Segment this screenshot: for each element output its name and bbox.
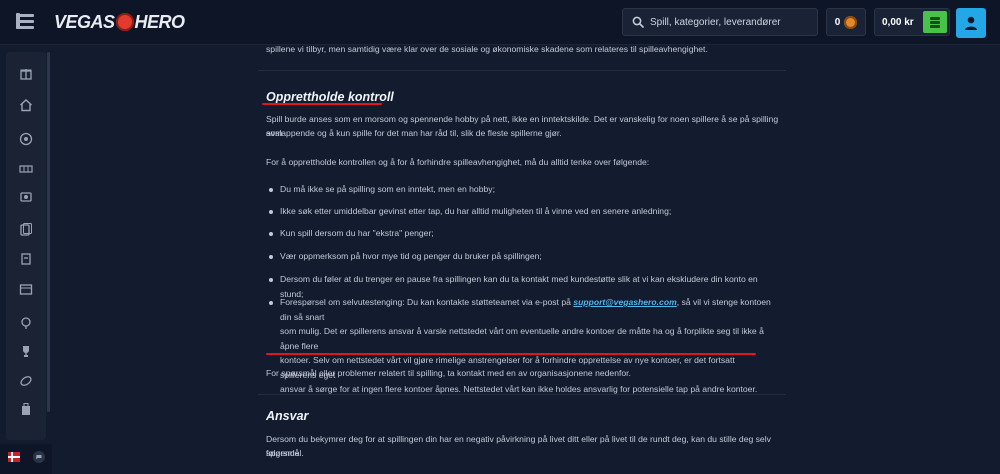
- trophy-badge-icon: [21, 317, 31, 329]
- contact-paragraph: For spørsmål eller problemer relatert ti…: [266, 368, 631, 378]
- sidebar-scrollbar[interactable]: [47, 52, 50, 412]
- sidebar-item-gift[interactable]: [16, 64, 36, 82]
- paragraph-line: spørsmål.: [266, 448, 304, 458]
- list-item: Ikke søk etter umiddelbar gevinst etter …: [269, 204, 772, 219]
- sidebar-item-slots[interactable]: [16, 160, 36, 178]
- sports-icon: [20, 376, 32, 386]
- trophy-icon: [23, 346, 29, 357]
- search-icon: [632, 16, 644, 28]
- list-item: Vær oppmerksom på hvor mye tid og penger…: [269, 249, 772, 264]
- live-casino-icon: [20, 192, 32, 202]
- sidebar-item-home[interactable]: [16, 96, 36, 114]
- list-item: Kun spill dersom du har "ekstra" penger;: [269, 226, 772, 241]
- sidebar-item-shop[interactable]: [16, 400, 36, 418]
- sidebar-item-table-games[interactable]: [16, 220, 36, 238]
- balance-amount: 0,00 kr: [882, 17, 914, 28]
- top-bar: VEGAS HERO Spill, kategorier, leverandør…: [0, 0, 1000, 45]
- responsible-gaming-content: spillene vi tilbyr, men samtidig være kl…: [252, 44, 792, 474]
- sidebar-item-sports[interactable]: [16, 372, 36, 390]
- search-input[interactable]: Spill, kategorier, leverandører: [622, 8, 818, 36]
- list-item-self-exclusion: Forespørsel om selvutestenging: Du kan k…: [269, 295, 772, 397]
- search-placeholder: Spill, kategorier, leverandører: [650, 16, 781, 28]
- user-icon: [965, 16, 977, 30]
- support-email-link[interactable]: support@vegashero.com: [573, 297, 676, 307]
- account-button[interactable]: [956, 8, 986, 38]
- jackpot-icon: [21, 253, 31, 265]
- slot-icon: [19, 165, 33, 173]
- gift-icon: [20, 69, 32, 80]
- language-flag-icon[interactable]: [8, 452, 20, 462]
- roulette-icon: [19, 132, 33, 146]
- self-exclusion-prefix: Forespørsel om selvutestenging: Du kan k…: [280, 297, 574, 307]
- menu-toggle-icon[interactable]: [16, 13, 34, 29]
- sidebar: [6, 52, 46, 440]
- logo-text-right: HERO: [134, 11, 186, 32]
- wallet-icon: [930, 17, 940, 28]
- logo-badge-icon: [115, 13, 134, 31]
- sidebar-item-roulette[interactable]: [16, 130, 36, 148]
- section-title-kontroll: Opprettholde kontroll: [266, 90, 394, 104]
- balance-button[interactable]: 0,00 kr: [874, 8, 950, 36]
- calendar-icon: [19, 284, 33, 295]
- divider: [258, 394, 786, 395]
- section-title-ansvar: Ansvar: [266, 409, 309, 423]
- title-underline-annotation: [262, 103, 382, 105]
- sidebar-item-events[interactable]: [16, 280, 36, 298]
- site-logo[interactable]: VEGAS HERO: [54, 11, 185, 33]
- deposit-button[interactable]: [923, 11, 947, 33]
- coins-count: 0: [834, 16, 841, 28]
- paragraph-intro-list: For å opprettholde kontrollen og å for å…: [266, 157, 650, 167]
- list-item: Du må ikke se på spilling som en inntekt…: [269, 182, 772, 197]
- coins-button[interactable]: 0: [826, 8, 866, 36]
- intro-paragraph-tail: spillene vi tilbyr, men samtidig være kl…: [266, 44, 708, 54]
- self-exclusion-line: ansvar å sørge for at ingen flere kontoe…: [280, 384, 758, 394]
- divider: [258, 70, 786, 71]
- chat-support-icon[interactable]: [32, 450, 46, 464]
- sidebar-item-live-casino[interactable]: [16, 188, 36, 206]
- sidebar-item-tournaments[interactable]: [16, 342, 36, 360]
- self-exclusion-line: som mulig. Det er spillerens ansvar å va…: [280, 326, 764, 351]
- logo-text-left: VEGAS: [54, 11, 115, 32]
- paragraph-line: avslappende og å kun spille for det man …: [266, 128, 562, 138]
- self-exclusion-underline-annotation: [266, 353, 756, 355]
- home-icon: [20, 99, 32, 112]
- cards-icon: [20, 223, 32, 236]
- coin-icon: [844, 15, 858, 29]
- sidebar-item-jackpots[interactable]: [16, 250, 36, 268]
- shop-icon: [22, 403, 30, 415]
- sidebar-item-achievements[interactable]: [16, 314, 36, 332]
